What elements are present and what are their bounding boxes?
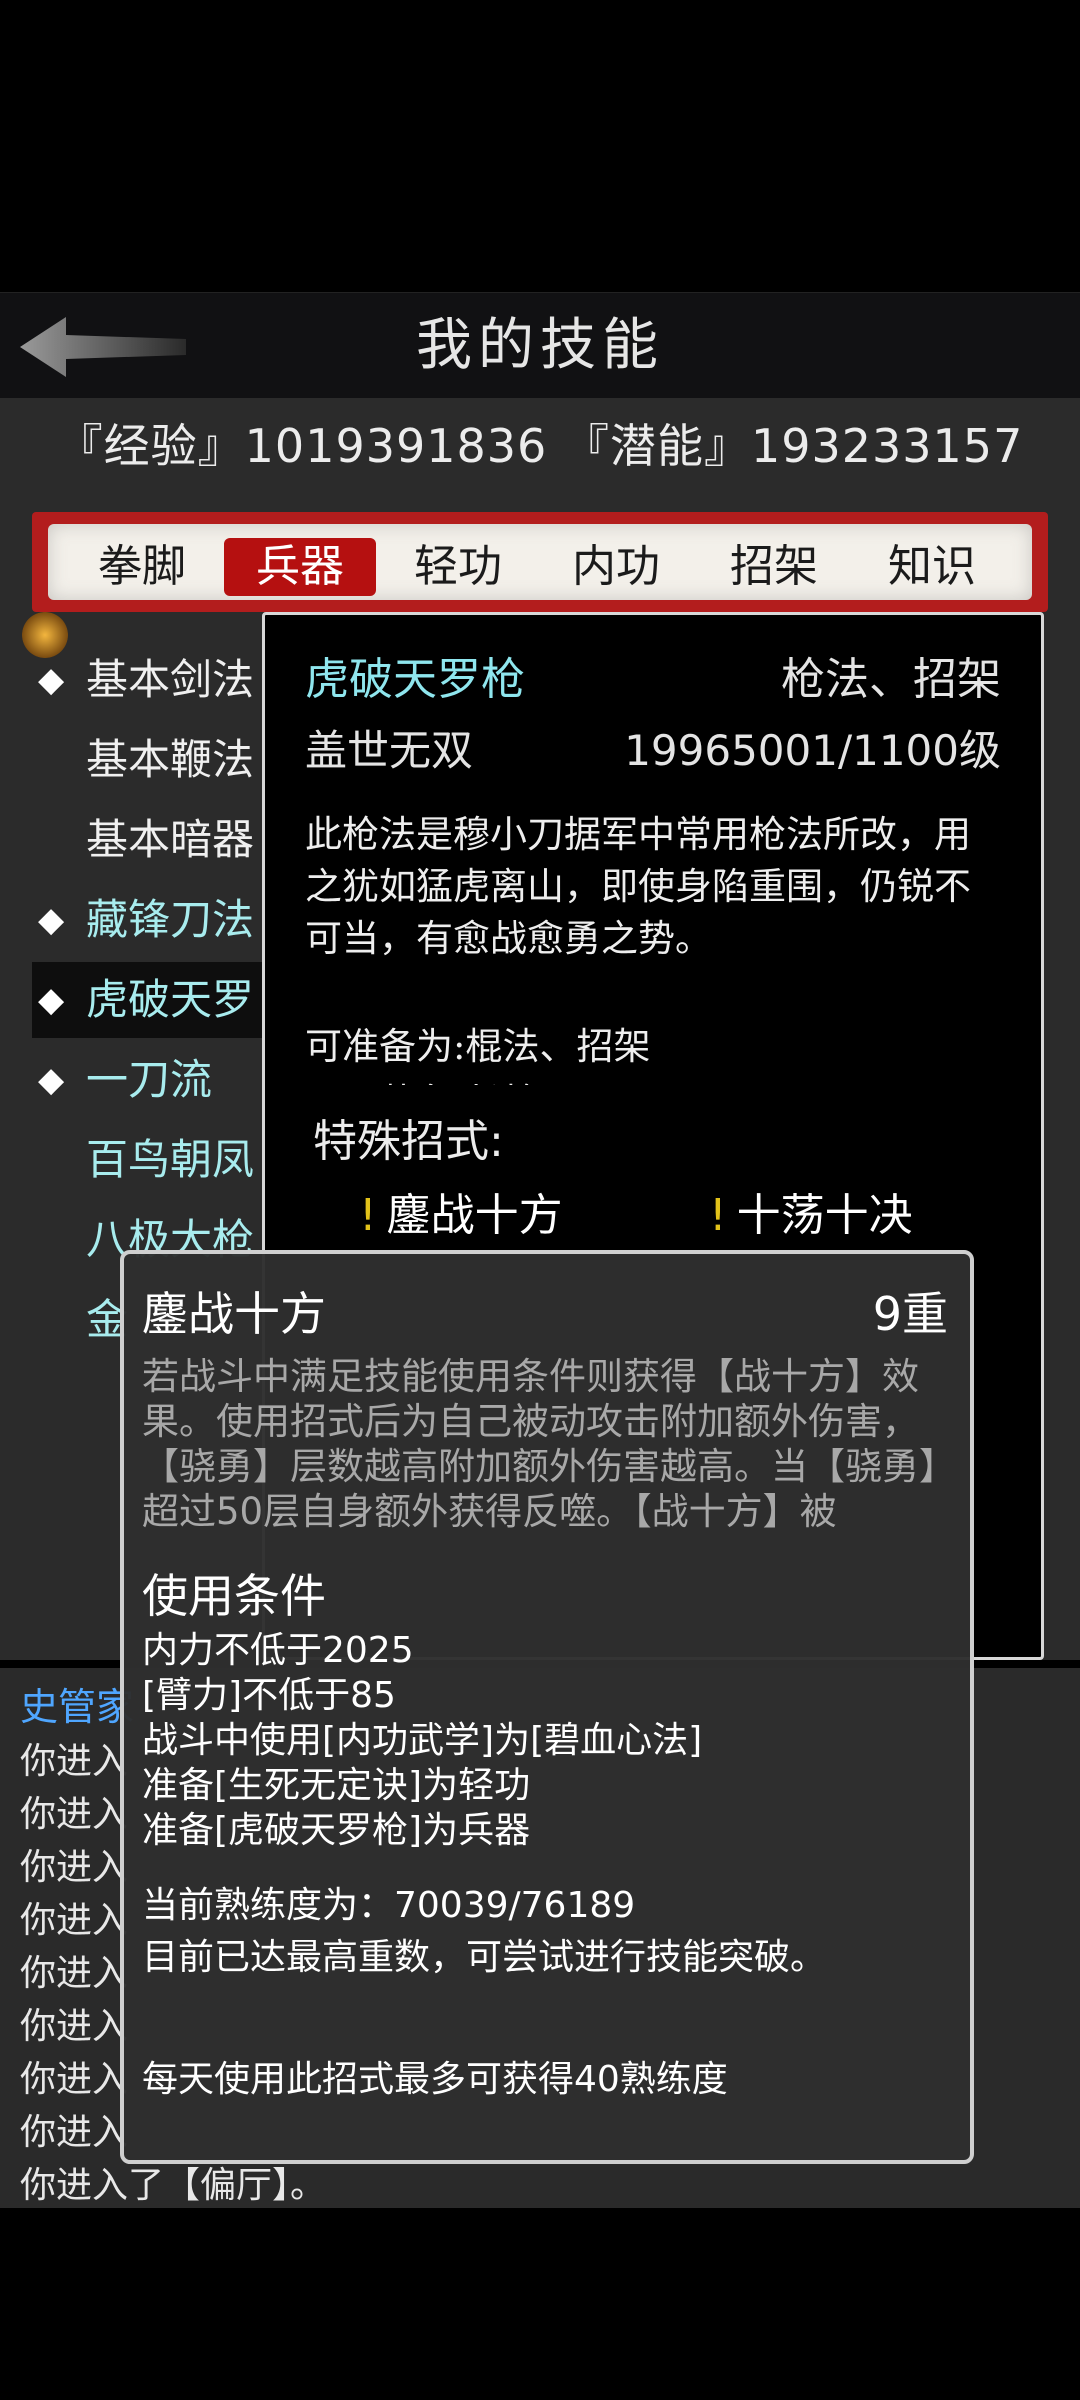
diamond-icon: ◆ xyxy=(38,980,65,1020)
exclamation-icon: ! xyxy=(709,1190,727,1241)
condition-item: 准备[生死无定诀]为轻功 xyxy=(142,1765,531,1806)
daily-limit-note: 每天使用此招式最多可获得40熟练度 xyxy=(142,2059,728,2100)
chat-line: 你进入 xyxy=(20,1847,129,1888)
header-bar: 我的技能 xyxy=(0,292,1080,399)
condition-item: [臂力]不低于85 xyxy=(142,1675,396,1716)
move-tooltip[interactable]: 鏖战十方 9重 若战斗中满足技能使用条件则获得【战十方】效果。使用招式后为自己被… xyxy=(120,1250,974,2164)
special-move-button[interactable]: ! 鏖战十方 xyxy=(359,1179,563,1243)
chat-line: 你进入 xyxy=(20,2059,129,2100)
skill-rank: 盖世无双 xyxy=(305,726,474,775)
tab-bar-panel: 拳脚 兵器 轻功 内功 招架 知识 xyxy=(48,524,1032,600)
condition-item: 战斗中使用[内功武学]为[碧血心法] xyxy=(142,1720,703,1761)
tab-lightness[interactable]: 轻功 xyxy=(382,538,534,596)
skill-equip-info: 可准备为:棍法、招架 需要装备:长枪 xyxy=(305,1019,1005,1085)
conditions-list: 内力不低于2025 [臂力]不低于85 战斗中使用[内功武学]为[碧血心法] 准… xyxy=(142,1628,954,1853)
chat-line: 你进入 xyxy=(20,1953,129,1994)
back-arrow-icon[interactable] xyxy=(18,315,188,379)
skill-type: 枪法、招架 xyxy=(781,654,1001,705)
condition-item: 准备[虎破天罗枪]为兵器 xyxy=(142,1810,531,1851)
equip-line: 可准备为:棍法、招架 xyxy=(305,1025,651,1068)
chat-line: 你进入 xyxy=(20,2112,129,2153)
tab-fist[interactable]: 拳脚 xyxy=(66,538,218,596)
max-grade-note: 目前已达最高重数，可尝试进行技能突破。 xyxy=(142,1937,827,1978)
tab-knowledge[interactable]: 知识 xyxy=(856,538,1008,596)
proficiency-info: 当前熟练度为：70039/76189 目前已达最高重数，可尝试进行技能突破。 xyxy=(142,1880,954,1984)
diamond-icon: ◆ xyxy=(38,900,65,940)
conditions-title: 使用条件 xyxy=(142,1569,326,1623)
tab-weapon[interactable]: 兵器 xyxy=(224,538,376,596)
chat-speaker: 史管家 xyxy=(20,1685,135,1729)
move-description: 若战斗中满足技能使用条件则获得【战十方】效果。使用招式后为自己被动攻击附加额外伤… xyxy=(142,1355,938,1530)
special-move-button[interactable]: ! 十荡十决 xyxy=(709,1179,913,1243)
tab-internal[interactable]: 内功 xyxy=(540,538,692,596)
category-tab-bar: 拳脚 兵器 轻功 内功 招架 知识 xyxy=(32,512,1048,612)
move-grade: 9重 xyxy=(872,1287,948,1341)
chat-line: 你进入 xyxy=(20,1900,129,1941)
tab-parry[interactable]: 招架 xyxy=(698,538,850,596)
skill-level: 19965001/1100级 xyxy=(624,726,1001,775)
chat-line: 你进入 xyxy=(20,1741,129,1782)
proficiency-value: 当前熟练度为：70039/76189 xyxy=(142,1885,636,1926)
condition-item: 内力不低于2025 xyxy=(142,1630,414,1671)
equip-line: 需要装备:长枪 xyxy=(305,1075,1005,1085)
chat-line: 你进入 xyxy=(20,2006,129,2047)
exclamation-icon: ! xyxy=(359,1190,377,1241)
lantern-icon xyxy=(22,612,68,658)
chat-line: 你进入 xyxy=(20,1794,129,1835)
exp-potential-stats: 『经验』1019391836 『潜能』193233157 xyxy=(56,419,1024,473)
diamond-icon: ◆ xyxy=(38,1060,65,1100)
skill-description: 此枪法是穆小刀据军中常用枪法所改，用之犹如猛虎离山，即使身陷重围，仍锐不可当，有… xyxy=(305,813,971,960)
special-moves-title: 特殊招式: xyxy=(313,1116,504,1167)
skill-name: 虎破天罗枪 xyxy=(305,654,525,705)
move-name: 鏖战十方 xyxy=(142,1287,326,1341)
